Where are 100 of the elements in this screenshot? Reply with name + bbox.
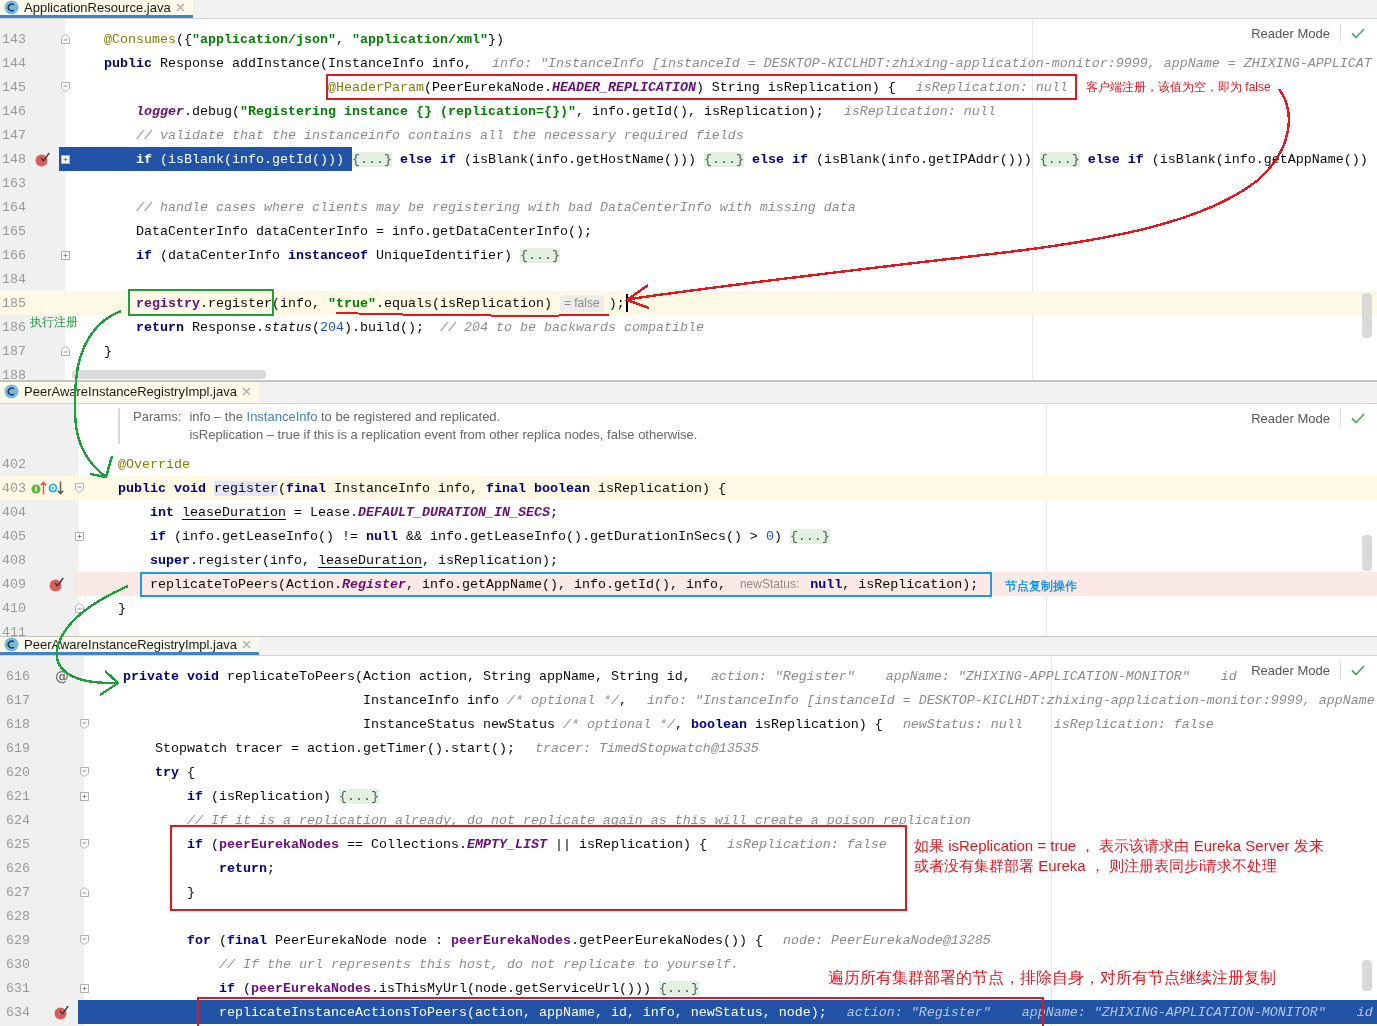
line-number: 165 <box>1 223 26 239</box>
line-number: 631 <box>5 980 30 996</box>
code-text: public Response addInstance(InstanceInfo info, <box>104 55 472 71</box>
line-number: 188 <box>1 367 26 380</box>
inline-value-hint: info: "InstanceInfo [instanceId = DESKTOP-KICLHDT:zhixing-application-monitor:9999, appName <box>646 692 1375 708</box>
code-text: } <box>104 343 112 359</box>
expand-icon[interactable] <box>73 530 85 542</box>
breakpoint-icon[interactable] <box>49 576 64 592</box>
line-number: 620 <box>5 764 30 780</box>
code-text: public void register(final InstanceInfo info, final boolean isReplication) { <box>118 480 726 496</box>
collapse-icon[interactable] <box>78 934 90 946</box>
annotation-note: 客户端注册，该值为空，即为 false <box>1086 79 1271 95</box>
collapse-icon[interactable] <box>59 33 71 45</box>
collapse-icon[interactable] <box>59 81 71 93</box>
folded-code[interactable]: {...} <box>519 247 560 263</box>
line-number: 634 <box>5 1004 30 1020</box>
folded-code[interactable]: {...} <box>789 528 830 544</box>
folded-code[interactable]: {...} <box>351 151 392 167</box>
java-class-icon <box>4 0 19 15</box>
expand-icon[interactable] <box>78 790 90 802</box>
annotation-note: 节点复制操作 <box>1005 578 1077 594</box>
collapse-icon[interactable] <box>78 766 90 778</box>
collapse-icon[interactable] <box>78 886 90 898</box>
breakpoint-icon[interactable] <box>54 1004 69 1020</box>
check-icon <box>1351 27 1365 39</box>
reader-mode-button[interactable]: Reader Mode <box>1251 25 1330 41</box>
inline-value-hint: id <box>1356 1004 1373 1020</box>
line-number: 621 <box>5 788 30 804</box>
folded-code[interactable]: {...} <box>338 788 379 804</box>
line-number: 146 <box>1 103 26 119</box>
scrollbar-thumb[interactable] <box>1362 960 1372 991</box>
code-text: return Response.status(204).build(); // 204 to be backwards compatible <box>136 319 704 335</box>
folded-code[interactable]: {...} <box>1039 151 1080 167</box>
line-number: 629 <box>5 932 30 948</box>
reader-mode-button[interactable]: Reader Mode <box>1251 410 1330 426</box>
scrollbar-thumb[interactable] <box>72 370 266 379</box>
collapse-icon[interactable] <box>59 345 71 357</box>
expand-icon[interactable] <box>59 153 71 165</box>
line-number: 624 <box>5 812 30 828</box>
line-number: 144 <box>1 55 26 71</box>
scrollbar-thumb[interactable] <box>1362 293 1372 338</box>
check-icon <box>1351 664 1365 676</box>
code-text: for (final PeerEurekaNode node : peerEurekaNodes.getPeerEurekaNodes()) { <box>186 932 763 948</box>
close-icon[interactable] <box>175 3 185 12</box>
code-text: // handle cases where clients may be registering with bad DataCenterInfo with missing data <box>136 199 856 215</box>
down-arrow-circle-icon[interactable] <box>48 481 64 495</box>
code-text: replicateInstanceActionsToPeers(action, appName, id, info, newStatus, node); <box>218 1004 827 1020</box>
line-number: 163 <box>1 175 26 191</box>
scrollbar-thumb[interactable] <box>1362 535 1372 571</box>
text-cursor <box>625 294 628 312</box>
inline-value-hint: isReplication: false <box>726 836 887 852</box>
close-icon[interactable] <box>241 386 251 396</box>
close-icon[interactable] <box>241 640 251 649</box>
breakpoint-icon[interactable] <box>35 151 50 167</box>
line-number: 626 <box>5 860 30 876</box>
expand-icon[interactable] <box>59 249 71 261</box>
line-number: 166 <box>1 247 26 263</box>
code-text: if (isBlank(info.getId())) <box>136 151 344 167</box>
inline-value-hint: isReplication: false <box>1053 716 1214 732</box>
line-number: 628 <box>5 908 30 924</box>
annotation-note: 遍历所有集群部署的节点，排除自身，对所有节点继续注册复制 <box>828 968 1276 988</box>
code-text: replicateToPeers(Action.Register, info.getAppName(), info.getId(), info, <box>150 576 726 592</box>
code-text: else if (isBlank(info.getIPAddr())) <box>751 151 1032 167</box>
line-number: 405 <box>1 528 26 544</box>
collapse-icon[interactable] <box>78 838 90 850</box>
up-arrow-circle-icon[interactable] <box>31 481 47 495</box>
expand-icon[interactable] <box>78 982 90 994</box>
line-number: 184 <box>1 271 26 287</box>
line-number: 402 <box>1 456 26 472</box>
line-number: 630 <box>5 956 30 972</box>
code-text: int leaseDuration = Lease.DEFAULT_DURATION_IN_SECS; <box>150 504 558 520</box>
line-number: 627 <box>5 884 30 900</box>
line-number: 617 <box>5 692 30 708</box>
code-text: if (isReplication) <box>186 788 331 804</box>
param-description: info – the InstanceInfo to be registered and replicated. <box>189 408 501 426</box>
line-number: 147 <box>1 127 26 143</box>
code-text: Stopwatch tracer = action.getTimer().start(); <box>155 740 515 756</box>
folded-code[interactable]: {...} <box>658 980 699 996</box>
line-number: 408 <box>1 552 26 568</box>
code-text: if (peerEurekaNodes == Collections.EMPTY_LIST || isReplication) { <box>186 836 707 852</box>
line-number: 148 <box>1 151 26 167</box>
collapse-icon[interactable] <box>78 718 90 730</box>
inline-value-hint: newStatus: null <box>902 716 1023 732</box>
collapse-icon[interactable] <box>73 602 85 614</box>
reader-mode-button[interactable]: Reader Mode <box>1251 662 1330 678</box>
code-text: if (peerEurekaNodes.isThisMyUrl(node.getServiceUrl())) <box>218 980 651 996</box>
code-text: DataCenterInfo dataCenterInfo = info.getDataCenterInfo(); <box>136 223 592 239</box>
folded-code[interactable]: {...} <box>703 151 744 167</box>
code-text: super.register(info, leaseDuration, isReplication); <box>150 552 558 568</box>
inline-value-hint: isReplication: null <box>915 79 1068 95</box>
collapse-icon[interactable] <box>73 482 85 494</box>
line-number: 409 <box>1 576 26 592</box>
code-text: ); <box>608 295 625 311</box>
code-text: private void replicateToPeers(Action action, String appName, String id, <box>123 668 691 684</box>
code-text: try { <box>155 764 195 780</box>
inline-value-hint: tracer: TimedStopwatch@13535 <box>534 740 759 756</box>
java-class-icon <box>4 637 19 652</box>
editor-tab[interactable]: ApplicationResource.java <box>0 0 193 18</box>
doc-link[interactable]: InstanceInfo <box>246 409 318 424</box>
line-number: 619 <box>5 740 30 756</box>
